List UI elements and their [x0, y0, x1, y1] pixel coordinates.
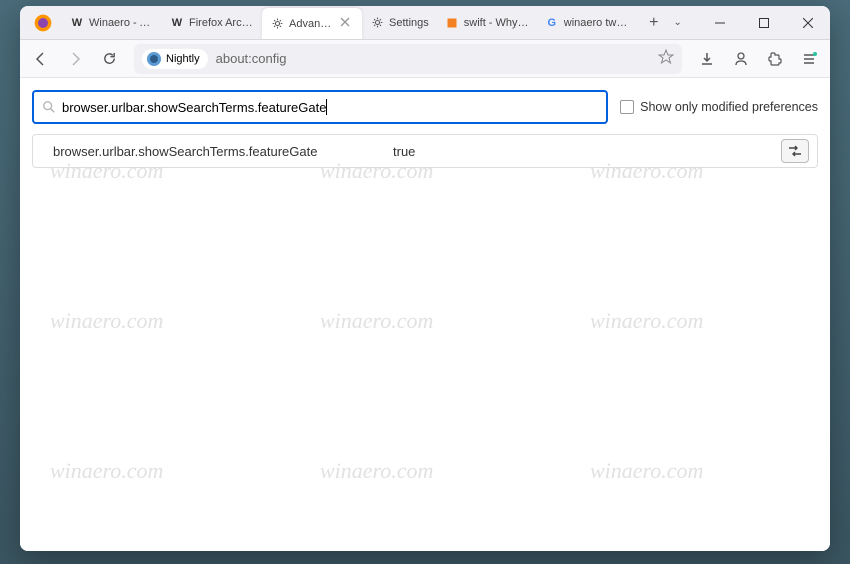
- tab-label: Settings: [389, 17, 429, 29]
- config-search-box[interactable]: browser.urlbar.showSearchTerms.featureGa…: [32, 90, 608, 124]
- tab-strip: W Winaero - At th W Firefox Archive Advanced…: [20, 6, 698, 39]
- firefox-logo-icon: [32, 12, 54, 34]
- back-button[interactable]: [26, 44, 56, 74]
- tab-2[interactable]: Advanced Pr: [262, 8, 362, 40]
- tab-5[interactable]: Gwinaero tweake: [537, 8, 637, 38]
- minimize-button[interactable]: [698, 6, 742, 40]
- bookmark-star-icon[interactable]: [658, 49, 674, 68]
- tabs-dropdown-button[interactable]: ⌄: [667, 17, 689, 28]
- checkbox-icon: [620, 100, 634, 114]
- search-icon: [42, 100, 56, 114]
- tab-favicon: [445, 16, 459, 30]
- tab-label: Firefox Archive: [189, 17, 254, 29]
- tab-1[interactable]: W Firefox Archive: [162, 8, 262, 38]
- account-button[interactable]: [726, 44, 756, 74]
- tab-favicon: W: [70, 16, 84, 30]
- watermark: winaero.com: [320, 308, 433, 334]
- maximize-button[interactable]: [742, 6, 786, 40]
- tab-label: swift - Why is a: [464, 17, 529, 29]
- tab-0[interactable]: W Winaero - At th: [62, 8, 162, 38]
- tab-3[interactable]: Settings: [362, 8, 437, 38]
- tab-favicon: G: [545, 16, 559, 30]
- browser-window: W Winaero - At th W Firefox Archive Advanced…: [20, 6, 830, 551]
- show-modified-checkbox[interactable]: Show only modified preferences: [620, 100, 818, 114]
- app-menu-button[interactable]: [794, 44, 824, 74]
- toggle-button[interactable]: [781, 139, 809, 163]
- watermark: winaero.com: [590, 308, 703, 334]
- search-row: browser.urlbar.showSearchTerms.featureGa…: [32, 90, 818, 124]
- preference-row: browser.urlbar.showSearchTerms.featureGa…: [32, 134, 818, 168]
- search-input-value: browser.urlbar.showSearchTerms.featureGa…: [62, 100, 326, 115]
- tab-4[interactable]: swift - Why is a: [437, 8, 537, 38]
- tab-favicon: [370, 16, 384, 30]
- tab-label: winaero tweake: [564, 17, 629, 29]
- identity-label: Nightly: [166, 53, 200, 65]
- watermark: winaero.com: [50, 458, 163, 484]
- tab-favicon: W: [170, 16, 184, 30]
- checkbox-label: Show only modified preferences: [640, 100, 818, 114]
- close-tab-icon[interactable]: [340, 17, 354, 31]
- toolbar: Nightly about:config: [20, 40, 830, 78]
- firefox-nightly-icon: [146, 51, 162, 67]
- reload-button[interactable]: [94, 44, 124, 74]
- preference-value: true: [393, 144, 781, 159]
- forward-button[interactable]: [60, 44, 90, 74]
- watermark: winaero.com: [590, 458, 703, 484]
- url-bar[interactable]: Nightly about:config: [134, 44, 682, 74]
- close-button[interactable]: [786, 6, 830, 40]
- watermark: winaero.com: [50, 308, 163, 334]
- tab-label: Winaero - At th: [89, 17, 154, 29]
- toggle-icon: [787, 144, 803, 158]
- text-cursor: [326, 99, 327, 115]
- url-text: about:config: [216, 51, 658, 66]
- content-area: browser.urlbar.showSearchTerms.featureGa…: [20, 78, 830, 551]
- identity-box[interactable]: Nightly: [142, 49, 208, 69]
- tab-label: Advanced Pr: [289, 18, 336, 30]
- extensions-button[interactable]: [760, 44, 790, 74]
- watermark: winaero.com: [320, 458, 433, 484]
- titlebar: W Winaero - At th W Firefox Archive Advanced…: [20, 6, 830, 40]
- downloads-button[interactable]: [692, 44, 722, 74]
- tab-favicon: [270, 17, 284, 31]
- preference-name: browser.urlbar.showSearchTerms.featureGa…: [53, 144, 393, 159]
- window-controls: [698, 6, 830, 40]
- new-tab-button[interactable]: +: [641, 10, 667, 36]
